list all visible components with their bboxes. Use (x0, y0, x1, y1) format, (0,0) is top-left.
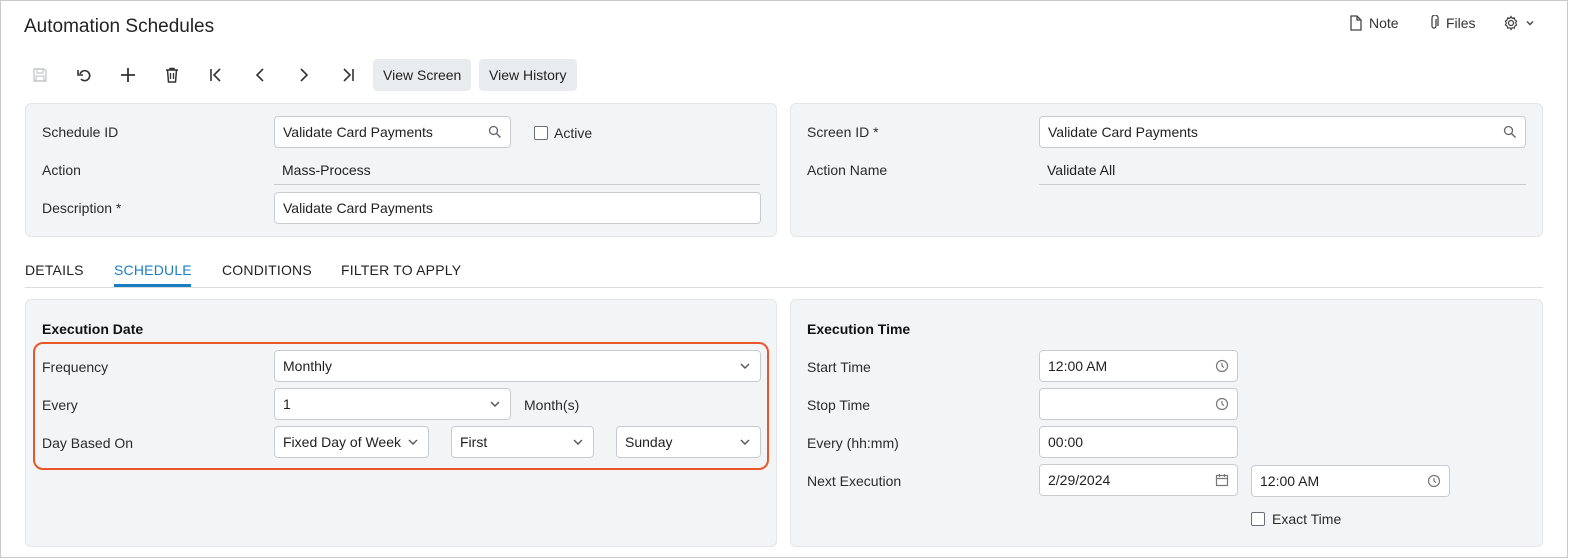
screen-id-input[interactable]: Validate Card Payments (1039, 116, 1526, 148)
chevron-down-icon (573, 439, 583, 445)
next-record-button[interactable] (290, 62, 318, 88)
delete-button[interactable] (158, 62, 186, 88)
add-button[interactable] (114, 62, 142, 88)
frequency-select[interactable]: Monthly (274, 350, 761, 382)
schedule-id-value: Validate Card Payments (283, 124, 433, 140)
action-label: Action (42, 162, 81, 178)
last-record-button[interactable] (334, 62, 362, 88)
search-icon[interactable] (488, 125, 502, 139)
execution-date-title: Execution Date (42, 321, 144, 337)
next-execution-date-value: 2/29/2024 (1048, 472, 1111, 488)
schedule-id-label: Schedule ID (42, 124, 119, 140)
action-name-value: Validate All (1039, 155, 1526, 185)
note-button[interactable]: Note (1349, 15, 1399, 31)
paperclip-icon (1431, 15, 1439, 29)
previous-icon (255, 68, 264, 82)
chevron-down-icon (740, 363, 750, 369)
description-input[interactable]: Validate Card Payments (274, 192, 761, 224)
view-history-button[interactable]: View History (479, 59, 577, 91)
every-unit-label: Month(s) (524, 397, 580, 413)
view-screen-button[interactable]: View Screen (373, 59, 472, 91)
tab-schedule[interactable]: SCHEDULE (114, 262, 192, 278)
calendar-icon[interactable] (1215, 473, 1229, 487)
start-time-input[interactable]: 12:00 AM (1039, 350, 1238, 382)
day-based-on-label: Day Based On (42, 435, 134, 451)
settings-menu-button[interactable] (1503, 15, 1535, 31)
required-mark: * (115, 200, 122, 216)
exact-time-label: Exact Time (1272, 511, 1342, 527)
tab-filter-to-apply[interactable]: FILTER TO APPLY (341, 262, 461, 278)
start-time-label: Start Time (807, 359, 871, 375)
tab-conditions[interactable]: CONDITIONS (222, 262, 312, 278)
every-hhmm-label: Every (hh:mm) (807, 435, 899, 451)
day-based-on-value: Fixed Day of Week (283, 434, 402, 450)
next-execution-time-value: 12:00 AM (1260, 473, 1320, 489)
next-execution-date-input[interactable]: 2/29/2024 (1039, 464, 1238, 496)
frequency-value: Monthly (283, 358, 333, 374)
every-hhmm-input[interactable]: 00:00 (1039, 426, 1238, 458)
delete-icon (166, 67, 178, 83)
week-ordinal-select[interactable]: First (451, 426, 594, 458)
chevron-down-icon (490, 401, 500, 407)
every-label: Every (42, 397, 78, 413)
start-time-value: 12:00 AM (1048, 358, 1108, 374)
schedule-id-input[interactable]: Validate Card Payments (274, 116, 511, 148)
save-button[interactable] (26, 62, 54, 88)
add-icon (121, 68, 135, 82)
required-mark: * (873, 124, 879, 140)
weekday-select[interactable]: Sunday (616, 426, 761, 458)
gear-icon (1504, 15, 1518, 31)
every-hhmm-value: 00:00 (1048, 434, 1084, 450)
active-label: Active (554, 125, 593, 141)
screen-id-label: Screen ID * (807, 124, 879, 140)
undo-icon (77, 69, 91, 82)
next-execution-label: Next Execution (807, 473, 902, 489)
description-label: Description * (42, 200, 122, 216)
first-record-button[interactable] (202, 62, 230, 88)
clock-icon[interactable] (1215, 359, 1229, 373)
weekday-value: Sunday (625, 434, 673, 450)
action-value: Mass-Process (274, 155, 760, 185)
clock-icon[interactable] (1215, 397, 1229, 411)
page-title: Automation Schedules (24, 16, 215, 37)
chevron-down-icon (1526, 21, 1534, 26)
next-icon (300, 68, 309, 82)
frequency-label: Frequency (42, 359, 109, 375)
next-execution-time-input[interactable]: 12:00 AM (1251, 465, 1450, 497)
clock-icon[interactable] (1427, 474, 1441, 488)
tab-details[interactable]: DETAILS (25, 262, 84, 278)
every-value: 1 (283, 396, 291, 412)
first-icon (210, 68, 221, 82)
tab-divider (25, 287, 1543, 288)
save-icon (33, 68, 47, 82)
action-name-label: Action Name (807, 162, 888, 178)
day-based-on-select[interactable]: Fixed Day of Week (274, 426, 429, 458)
files-label: Files (1446, 15, 1476, 31)
screen-id-value: Validate Card Payments (1048, 124, 1198, 140)
execution-time-title: Execution Time (807, 321, 911, 337)
chevron-down-icon (408, 439, 418, 445)
note-icon (1350, 15, 1362, 31)
undo-button[interactable] (70, 62, 98, 88)
note-label: Note (1369, 15, 1399, 31)
files-button[interactable]: Files (1428, 15, 1476, 31)
previous-record-button[interactable] (246, 62, 274, 88)
every-select[interactable]: 1 (274, 388, 511, 420)
last-icon (343, 68, 354, 82)
week-ordinal-value: First (460, 434, 488, 450)
exact-time-checkbox[interactable] (1251, 512, 1265, 526)
chevron-down-icon (740, 439, 750, 445)
stop-time-label: Stop Time (807, 397, 871, 413)
active-checkbox[interactable] (534, 126, 548, 140)
stop-time-input[interactable] (1039, 388, 1238, 420)
search-icon[interactable] (1503, 125, 1517, 139)
description-value: Validate Card Payments (283, 200, 433, 216)
